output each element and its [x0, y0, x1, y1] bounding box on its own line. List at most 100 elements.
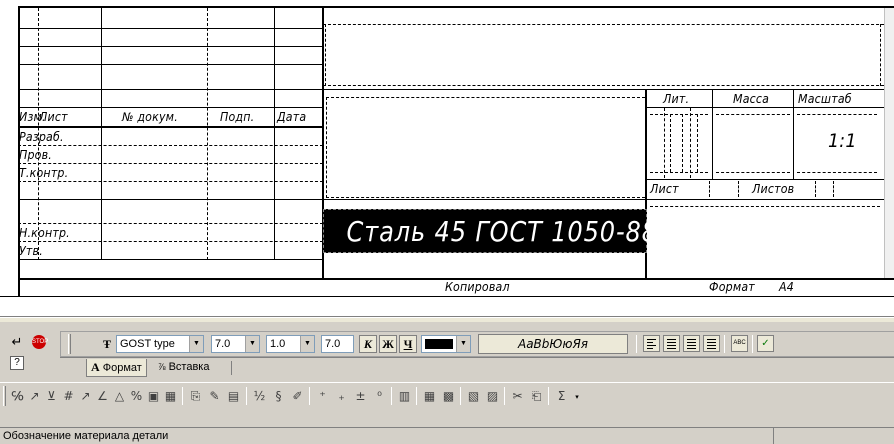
italic-button[interactable]: Ж	[379, 335, 397, 353]
subscript-icon[interactable]: ₊	[332, 387, 351, 405]
toolbar-separator	[416, 387, 417, 405]
status-divider	[773, 428, 774, 444]
sheet-cell-line	[833, 181, 834, 197]
toolbar-separator	[460, 387, 461, 405]
material-top-line	[323, 199, 647, 200]
help-icon[interactable]: ?	[10, 356, 24, 370]
clipboard-icon[interactable]: ⎘	[186, 387, 205, 405]
table-insert-icon[interactable]: ▦	[420, 387, 439, 405]
height-input[interactable]: 7.0	[321, 335, 354, 353]
tab-separator	[231, 361, 232, 375]
font-size-value: 7.0	[215, 338, 231, 350]
name-box-bottom	[326, 197, 645, 198]
table-props-icon[interactable]: ▧	[464, 387, 483, 405]
underline-button[interactable]: Ч	[399, 335, 417, 353]
scale-box-top	[797, 114, 877, 115]
chevron-down-icon[interactable]: ▼	[300, 336, 314, 352]
row-line	[18, 199, 323, 200]
toolbar-overflow-icon[interactable]: ▾	[572, 390, 582, 404]
toolbar-grip[interactable]	[68, 334, 71, 354]
sigma-icon[interactable]: Σ	[552, 387, 571, 405]
row-line	[18, 241, 323, 242]
designation-box-right	[880, 24, 881, 86]
library-icon[interactable]: ▤	[224, 387, 243, 405]
fraction-icon[interactable]: ½	[250, 387, 269, 405]
massa-box-bottom	[716, 172, 790, 173]
special-symbol-icon[interactable]: §	[269, 387, 288, 405]
lit-sub-line	[697, 114, 698, 172]
tab-insert[interactable]: ⅞ Вставка	[154, 359, 213, 377]
masshtab-value[interactable]: 1:1	[828, 130, 857, 152]
sheets-label: Листов	[752, 182, 795, 196]
font-size-select[interactable]: 7.0 ▼	[211, 335, 260, 353]
massa-box-top	[716, 114, 790, 115]
header-row-line	[18, 126, 323, 128]
spellcheck-icon[interactable]: ✓	[757, 335, 774, 352]
chevron-down-icon[interactable]: ▼	[245, 336, 259, 352]
tolerance-icon[interactable]: ±	[351, 387, 370, 405]
toolbar-separator	[182, 387, 183, 405]
massa-scale-line	[793, 89, 794, 179]
scale-box-bottom	[797, 172, 877, 173]
align-right-button[interactable]	[683, 335, 700, 352]
color-swatch	[425, 339, 453, 349]
header-doc-no: № докум.	[122, 110, 178, 124]
sheet-row-bottom	[646, 199, 894, 200]
panel-divider	[0, 318, 894, 322]
deviation-icon[interactable]: ⁰	[370, 387, 389, 405]
row-line	[18, 64, 323, 65]
drawing-canvas[interactable]: Изм. Лист № докум. Подп. Дата Разраб. Пр…	[0, 0, 894, 318]
role-nkontr: Н.контр.	[19, 226, 70, 240]
clip-icon[interactable]: ✂	[508, 387, 527, 405]
bold-button[interactable]: К	[359, 335, 377, 353]
enter-icon[interactable]: ↵	[8, 334, 26, 352]
lit-sub-line	[682, 114, 683, 172]
font-type-icon: Ŧ	[102, 337, 111, 351]
toolbar-separator	[724, 335, 725, 353]
lit-label: Лит.	[663, 92, 690, 106]
name-box-top	[326, 97, 645, 98]
tab-format[interactable]: A Формат	[86, 359, 147, 377]
toolbar-grip[interactable]	[3, 386, 6, 406]
designation-box-bottom	[323, 85, 894, 86]
spacing-select[interactable]: 1.0 ▼	[266, 335, 315, 353]
role-prov: Пров.	[19, 148, 53, 162]
row-line	[18, 163, 323, 164]
font-name-select[interactable]: GOST type ▼	[116, 335, 204, 353]
vertical-scrollbar[interactable]	[884, 8, 894, 278]
book-icon[interactable]: ▥	[395, 387, 414, 405]
align-left-button[interactable]	[643, 335, 660, 352]
tab-insert-label: Вставка	[168, 361, 210, 373]
table-style-icon[interactable]: ▨	[483, 387, 502, 405]
format-value: А4	[779, 280, 794, 294]
lit-sub-line	[670, 114, 671, 172]
align-justify-button[interactable]	[703, 335, 720, 352]
material-text[interactable]: Сталь 45 ГОСТ 1050-88	[347, 210, 657, 252]
chevron-down-icon[interactable]: ▼	[189, 336, 203, 352]
sheet-cell-line	[709, 181, 710, 197]
lit-sub-line	[650, 114, 708, 115]
abc-icon[interactable]: ABC	[731, 335, 748, 352]
role-utv: Утв.	[19, 244, 43, 258]
designation-box-top	[323, 24, 894, 25]
row-line	[18, 259, 323, 260]
sheet-cell-line	[738, 181, 739, 197]
paste-icon[interactable]: ⎗	[527, 387, 546, 405]
material-field[interactable]: Сталь 45 ГОСТ 1050-88	[323, 209, 657, 253]
chevron-down-icon[interactable]: ▼	[456, 336, 470, 352]
table-icon[interactable]: ▦	[161, 387, 180, 405]
toolbar-separator	[309, 387, 310, 405]
lit-sub-line	[650, 172, 708, 173]
sheet-cell-line	[815, 181, 816, 197]
insert-icon: ⅞	[158, 362, 166, 372]
align-center-button[interactable]	[663, 335, 680, 352]
superscript-icon[interactable]: ⁺	[313, 387, 332, 405]
masshtab-label: Масштаб	[798, 92, 852, 106]
stop-icon[interactable]: STOP	[32, 335, 48, 349]
text-color-select[interactable]: ▼	[421, 335, 471, 353]
table-edit-icon[interactable]: ▩	[439, 387, 458, 405]
pen-icon[interactable]: ✎	[205, 387, 224, 405]
row-line	[18, 28, 323, 29]
edit-icon[interactable]: ✐	[288, 387, 307, 405]
lit-sub-line	[664, 108, 665, 178]
